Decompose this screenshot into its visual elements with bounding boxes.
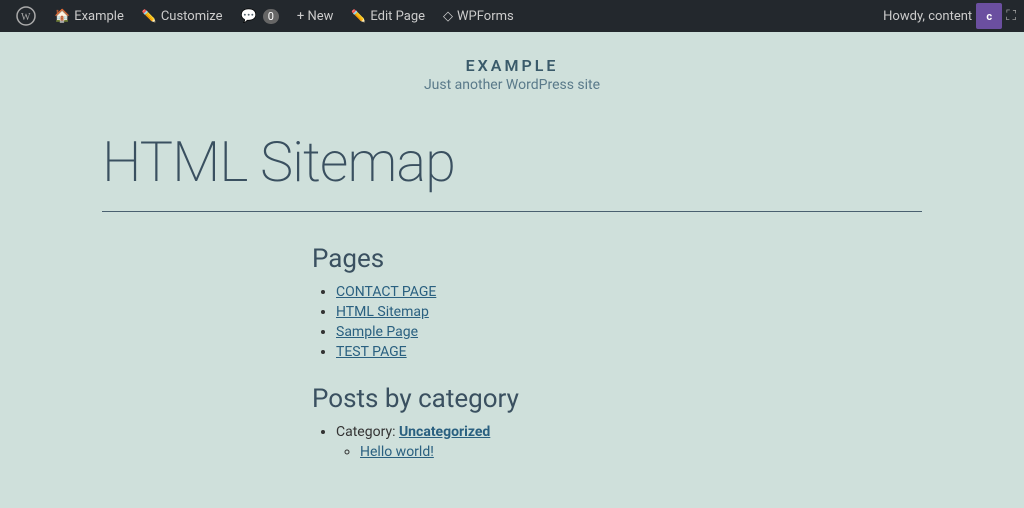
wpforms-icon: ◇ bbox=[443, 9, 453, 24]
list-item: Category: Uncategorized Hello world! bbox=[336, 424, 712, 460]
customize-icon: ✏️ bbox=[142, 9, 157, 23]
list-item: Hello world! bbox=[360, 444, 712, 460]
admin-bar-customize[interactable]: ✏️ Customize bbox=[134, 0, 231, 32]
admin-bar-new[interactable]: + New bbox=[289, 0, 342, 32]
posts-section: Posts by category Category: Uncategorize… bbox=[312, 384, 712, 460]
screen-options-icon[interactable]: ⛶ bbox=[1006, 8, 1016, 24]
posts-sub-list: Hello world! bbox=[336, 444, 712, 460]
admin-bar-wpforms[interactable]: ◇ WPForms bbox=[435, 0, 522, 32]
site-tagline: Just another WordPress site bbox=[0, 77, 1024, 93]
main-content: HTML Sitemap Pages CONTACT PAGE HTML Sit… bbox=[62, 109, 962, 508]
list-item: CONTACT PAGE bbox=[336, 284, 712, 300]
home-icon: 🏠 bbox=[54, 9, 70, 24]
posts-by-category-heading: Posts by category bbox=[312, 384, 712, 414]
howdy-text: Howdy, content bbox=[883, 9, 972, 24]
site-title[interactable]: EXAMPLE bbox=[466, 56, 559, 75]
category-label: Category: bbox=[336, 424, 395, 440]
svg-text:W: W bbox=[21, 12, 31, 23]
admin-bar-edit-page[interactable]: ✏️ Edit Page bbox=[343, 0, 433, 32]
divider bbox=[102, 211, 922, 212]
page-title: HTML Sitemap bbox=[102, 129, 922, 195]
uncategorized-link[interactable]: Uncategorized bbox=[399, 424, 490, 440]
comments-count: 0 bbox=[263, 9, 279, 24]
comments-icon: 💬 bbox=[241, 9, 257, 24]
edit-icon: ✏️ bbox=[351, 9, 366, 23]
contact-page-link[interactable]: CONTACT PAGE bbox=[336, 284, 436, 300]
site-header: EXAMPLE Just another WordPress site bbox=[0, 32, 1024, 109]
pages-list: CONTACT PAGE HTML Sitemap Sample Page TE… bbox=[312, 284, 712, 360]
new-label: + New bbox=[297, 9, 334, 24]
hello-world-link[interactable]: Hello world! bbox=[360, 444, 434, 460]
admin-bar-example[interactable]: 🏠 Example bbox=[46, 0, 132, 32]
admin-bar-comments[interactable]: 💬 0 bbox=[233, 0, 287, 32]
list-item: Sample Page bbox=[336, 324, 712, 340]
admin-bar-right: Howdy, content c ⛶ bbox=[883, 3, 1016, 29]
wp-logo-button[interactable]: W bbox=[8, 0, 44, 32]
sitemap-content: Pages CONTACT PAGE HTML Sitemap Sample P… bbox=[312, 244, 712, 460]
list-item: TEST PAGE bbox=[336, 344, 712, 360]
test-page-link[interactable]: TEST PAGE bbox=[336, 344, 407, 360]
html-sitemap-link[interactable]: HTML Sitemap bbox=[336, 304, 429, 320]
sample-page-link[interactable]: Sample Page bbox=[336, 324, 418, 340]
admin-bar: W 🏠 Example ✏️ Customize 💬 0 + New ✏️ Ed… bbox=[0, 0, 1024, 32]
category-list: Category: Uncategorized Hello world! bbox=[312, 424, 712, 460]
list-item: HTML Sitemap bbox=[336, 304, 712, 320]
avatar[interactable]: c bbox=[976, 3, 1002, 29]
pages-heading: Pages bbox=[312, 244, 712, 274]
